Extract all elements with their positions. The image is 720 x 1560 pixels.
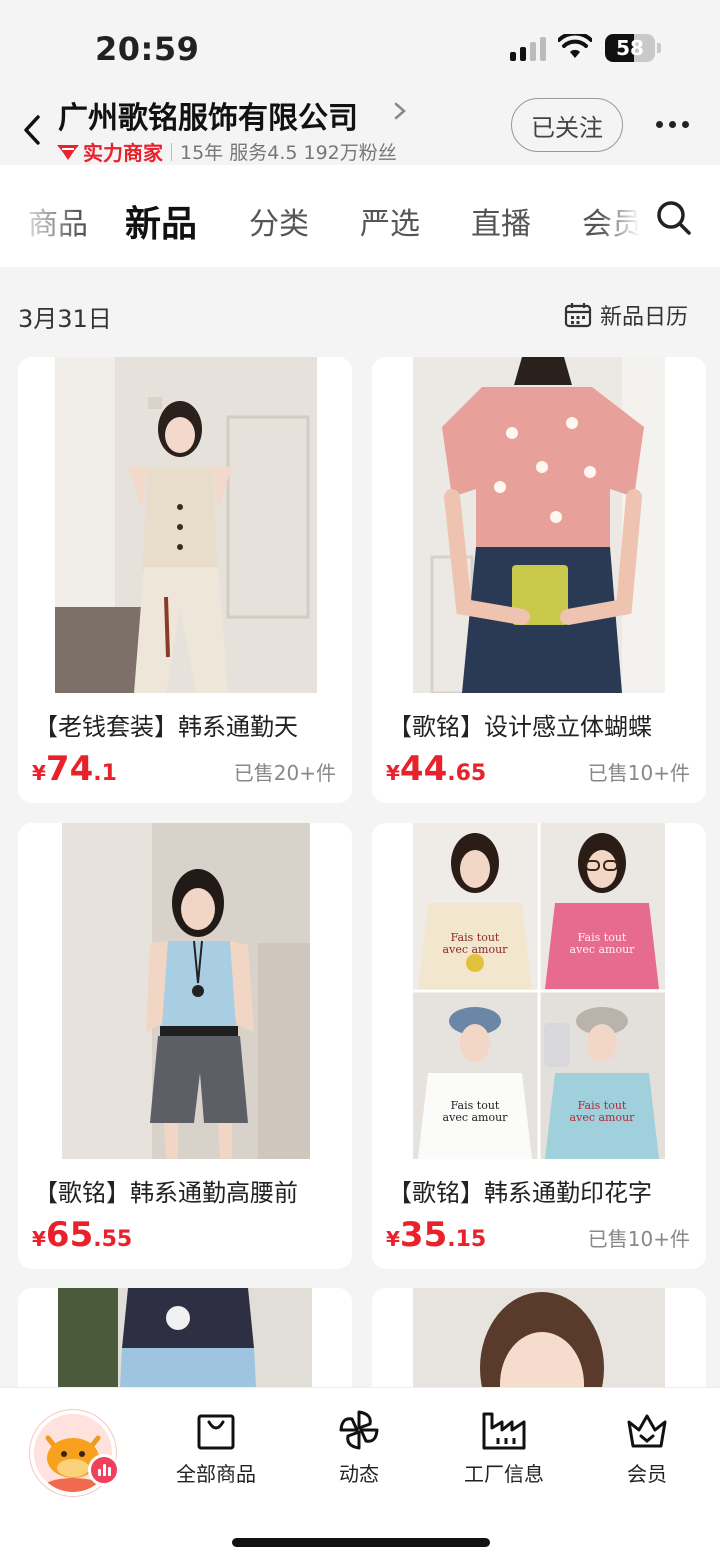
product-title[interactable]: 【歌铭】韩系通勤高腰前 [34, 1173, 346, 1208]
battery-icon: 58 [605, 34, 655, 62]
bottom-nav: 全部商品 动态 工厂信息 会员 [0, 1387, 720, 1560]
nav-feed[interactable]: 动态 [304, 1408, 414, 1487]
tab-category[interactable]: 分类 [249, 199, 309, 243]
shop-service-score: 服务4.5 [229, 142, 298, 164]
shirt-print-line2: avec amour [443, 1111, 509, 1124]
shirt-print-line2: avec amour [570, 943, 636, 956]
product-feed: 3月31日 新品日历 【老钱套装】韩系通勤天 ¥74.1 已售20+件 【歌铭】… [0, 267, 720, 1387]
nav-label: 动态 [339, 1462, 379, 1486]
nav-label: 全部商品 [176, 1462, 256, 1486]
product-price: ¥74.1 [32, 749, 117, 789]
home-indicator [232, 1538, 490, 1547]
product-price: ¥65.55 [32, 1215, 133, 1255]
cellular-signal-icon [510, 37, 546, 61]
product-image[interactable] [18, 1288, 352, 1387]
product-price: ¥44.65 [386, 749, 487, 789]
product-card[interactable]: 【歌铭】设计感立体蝴蝶 ¥44.65 已售10+件 [372, 357, 706, 803]
nav-all-products[interactable]: 全部商品 [161, 1408, 271, 1487]
shirt-print-line2: avec amour [443, 943, 509, 956]
product-card[interactable]: 【歌铭】韩系通勤高腰前 ¥65.55 [18, 823, 352, 1269]
shop-years: 15年 [180, 142, 224, 164]
date-row: 3月31日 新品日历 [0, 267, 720, 357]
factory-icon [482, 1412, 526, 1450]
product-card[interactable] [18, 1288, 352, 1387]
wifi-icon [558, 34, 592, 58]
shop-tabs: 商品 新品 分类 严选 直播 会员 [0, 165, 720, 267]
shop-name[interactable]: 广州歌铭服饰有限公司 [58, 93, 358, 137]
product-title[interactable]: 【老钱套装】韩系通勤天 [34, 707, 346, 742]
tab-fade [600, 165, 650, 267]
product-image[interactable] [372, 357, 706, 693]
product-card[interactable]: Fais tout avec amour Fais tout avec amou… [372, 823, 706, 1269]
more-options-icon[interactable] [656, 121, 689, 128]
back-arrow-icon[interactable] [18, 113, 48, 147]
search-icon[interactable] [656, 200, 692, 236]
nav-label: 会员 [627, 1462, 667, 1486]
product-card[interactable] [372, 1288, 706, 1387]
live-indicator-icon [88, 1454, 120, 1486]
status-bar: 20:59 58 [0, 0, 720, 95]
bag-icon [197, 1414, 235, 1450]
tab-new[interactable]: 新品 [125, 195, 197, 247]
calendar-icon [564, 303, 592, 328]
product-image[interactable] [18, 823, 352, 1159]
sold-count: 已售10+件 [587, 761, 690, 785]
nav-label: 工厂信息 [464, 1462, 544, 1486]
badge-label: 实力商家 [83, 141, 163, 165]
nav-factory-info[interactable]: 工厂信息 [449, 1408, 559, 1487]
follow-button[interactable]: 已关注 [511, 98, 623, 152]
product-price: ¥35.15 [386, 1215, 487, 1255]
product-image[interactable]: Fais tout avec amour Fais tout avec amou… [372, 823, 706, 1159]
shop-header: 广州歌铭服饰有限公司 实力商家 15年 服务4.5 192万粉丝 已关注 [0, 95, 720, 167]
shop-meta: 实力商家 15年 服务4.5 192万粉丝 [56, 137, 397, 166]
tab-fade [0, 165, 80, 267]
new-calendar-link[interactable]: 新品日历 [564, 299, 688, 331]
product-title[interactable]: 【歌铭】韩系通勤印花字 [388, 1173, 700, 1208]
battery-tip [657, 43, 661, 53]
product-image[interactable] [18, 357, 352, 693]
chevron-right-icon[interactable] [392, 101, 408, 121]
sold-count: 已售20+件 [233, 761, 336, 785]
calendar-label: 新品日历 [600, 305, 689, 330]
pinwheel-icon [339, 1410, 379, 1450]
merchant-badge: 实力商家 [56, 137, 163, 166]
product-title[interactable]: 【歌铭】设计感立体蝴蝶 [388, 707, 700, 742]
tab-live[interactable]: 直播 [471, 199, 531, 243]
divider [171, 142, 172, 161]
status-time: 20:59 [95, 30, 200, 68]
badge-icon [57, 144, 79, 160]
tab-selected[interactable]: 严选 [360, 199, 420, 243]
shop-fans: 192万粉丝 [303, 142, 397, 164]
crown-icon [627, 1414, 667, 1448]
section-date: 3月31日 [18, 305, 112, 333]
battery-level: 58 [616, 36, 644, 60]
sold-count: 已售10+件 [587, 1227, 690, 1251]
product-image[interactable] [372, 1288, 706, 1387]
product-card[interactable]: 【老钱套装】韩系通勤天 ¥74.1 已售20+件 [18, 357, 352, 803]
shirt-print-line2: avec amour [570, 1111, 636, 1124]
nav-member[interactable]: 会员 [592, 1408, 702, 1487]
